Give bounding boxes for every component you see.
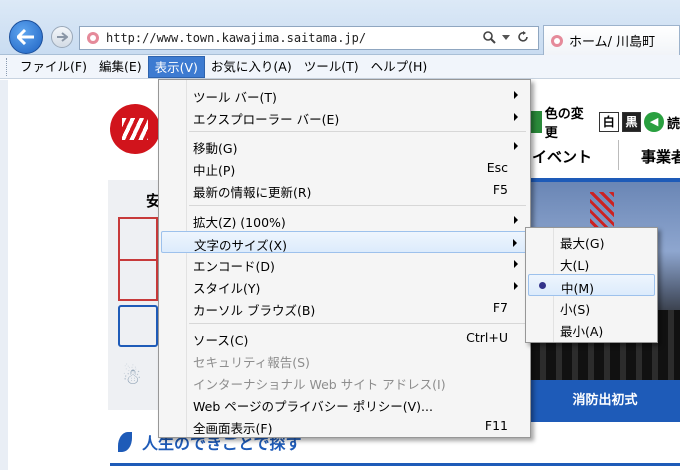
white-theme-button[interactable]: 白 — [598, 112, 619, 132]
menu-item-full-screen[interactable]: 全画面表示(F) F11 — [161, 415, 528, 437]
menu-file[interactable]: ファイル(F) — [14, 56, 93, 78]
color-change-label: 色の変更 — [544, 107, 584, 141]
page-gutter — [0, 80, 8, 470]
menu-separator — [189, 323, 526, 324]
menu-item-text-size[interactable]: 文字のサイズ(X) — [161, 231, 528, 253]
toolbar-grip — [6, 57, 14, 76]
menu-tools[interactable]: ツール(T) — [298, 56, 365, 78]
menu-item-label: 最新の情報に更新(R) — [193, 185, 312, 200]
shortcut-label: F5 — [492, 182, 508, 197]
section-underline — [110, 463, 680, 466]
menu-item-label: セキュリティ報告(S) — [193, 355, 310, 370]
shortcut-label: Ctrl+U — [466, 330, 508, 345]
menu-item-refresh[interactable]: 最新の情報に更新(R) F5 — [161, 179, 528, 201]
menu-item-label: エクスプローラー バー(E) — [193, 112, 340, 127]
menu-item-explorer-bars[interactable]: エクスプローラー バー(E) — [161, 106, 528, 128]
shortcut-label: Esc — [486, 160, 508, 175]
submenu-item-label: 大(L) — [560, 258, 590, 273]
menu-item-label: スタイル(Y) — [193, 281, 261, 296]
menu-item-label: インターナショナル Web サイト アドレス(I) — [193, 377, 446, 392]
menu-separator — [189, 205, 526, 206]
menu-item-label: 全画面表示(F) — [193, 421, 273, 436]
text-size-submenu: 最大(G) 大(L) 中(M) 小(S) 最小(A) — [525, 227, 658, 343]
menu-item-label: 拡大(Z) (100%) — [193, 215, 286, 230]
black-theme-button[interactable]: 黒 — [621, 112, 642, 132]
menu-separator — [189, 131, 526, 132]
nav-event[interactable]: イベント — [532, 146, 592, 167]
url-text: http://www.town.kawajima.saitama.jp/ — [106, 31, 367, 45]
text-size-smallest[interactable]: 最小(A) — [528, 318, 655, 340]
menu-item-label: 中止(P) — [193, 163, 236, 178]
shortcut-label: F11 — [484, 418, 508, 433]
menu-item-label: カーソル ブラウズ(B) — [193, 303, 316, 318]
submenu-item-label: 中(M) — [561, 281, 595, 296]
refresh-icon[interactable] — [516, 30, 530, 44]
nav-divider — [618, 140, 619, 170]
menu-item-label: エンコード(D) — [193, 259, 275, 274]
submenu-item-label: 小(S) — [560, 302, 591, 317]
shortcut-label: F7 — [492, 300, 508, 315]
radio-selected-icon — [539, 282, 546, 289]
tab-title: ホーム/ 川島町 — [569, 35, 656, 50]
submenu-arrow-icon — [514, 216, 518, 224]
submenu-arrow-icon — [513, 239, 517, 247]
text-size-largest[interactable]: 最大(G) — [528, 230, 655, 252]
menu-item-label: ソース(C) — [193, 333, 249, 348]
tab-favicon — [551, 34, 563, 47]
red-link-box[interactable] — [118, 217, 158, 301]
menu-view[interactable]: 表示(V) — [147, 55, 205, 78]
menu-item-source[interactable]: ソース(C) Ctrl+U — [161, 327, 528, 349]
color-change-tools: 色の変更 白 黒 ◀ 読 — [528, 103, 680, 141]
menu-item-encoding[interactable]: エンコード(D) — [161, 253, 528, 275]
back-arrow-icon — [17, 29, 34, 45]
submenu-item-label: 最大(G) — [560, 236, 605, 251]
leaf-icon — [118, 432, 132, 452]
menu-item-label: 文字のサイズ(X) — [194, 238, 287, 253]
text-size-larger[interactable]: 大(L) — [528, 252, 655, 274]
submenu-arrow-icon — [514, 142, 518, 150]
submenu-arrow-icon — [514, 260, 518, 268]
blue-link-box[interactable] — [118, 305, 158, 347]
menu-item-security-report: セキュリティ報告(S) — [161, 349, 528, 371]
browser-tab[interactable]: ホーム/ 川島町 — [543, 25, 680, 55]
address-tools — [482, 30, 530, 44]
menu-item-label: 移動(G) — [193, 141, 238, 156]
submenu-arrow-icon — [514, 91, 518, 99]
speaker-icon[interactable]: ◀ — [644, 112, 664, 132]
nav-business[interactable]: 事業者 — [641, 146, 680, 167]
menu-item-international-address: インターナショナル Web サイト アドレス(I) — [161, 371, 528, 393]
address-bar[interactable]: http://www.town.kawajima.saitama.jp/ — [79, 26, 539, 50]
menu-item-go-to[interactable]: 移動(G) — [161, 135, 528, 157]
site-favicon — [87, 32, 99, 44]
town-logo[interactable] — [110, 104, 160, 154]
view-menu: ツール バー(T) エクスプローラー バー(E) 移動(G) 中止(P) Esc… — [158, 79, 531, 438]
menu-edit[interactable]: 編集(E) — [93, 56, 148, 78]
browser-toolbar: http://www.town.kawajima.saitama.jp/ ホーム… — [0, 0, 680, 55]
menu-favorites[interactable]: お気に入り(A) — [205, 56, 298, 78]
menu-item-caret-browsing[interactable]: カーソル ブラウズ(B) F7 — [161, 297, 528, 319]
menu-item-label: Web ページのプライバシー ポリシー(V)... — [193, 399, 433, 414]
submenu-item-label: 最小(A) — [560, 324, 604, 339]
forward-button[interactable] — [51, 26, 73, 48]
menu-bar: ファイル(F) 編集(E) 表示(V) お気に入り(A) ツール(T) ヘルプ(… — [0, 55, 680, 79]
magnifier-icon[interactable] — [482, 30, 496, 44]
text-size-medium[interactable]: 中(M) — [528, 274, 655, 296]
back-button[interactable] — [9, 20, 43, 54]
submenu-arrow-icon — [514, 113, 518, 121]
dropdown-arrow-icon[interactable] — [502, 33, 510, 41]
read-aloud-label[interactable]: 読 — [667, 113, 680, 132]
menu-item-style[interactable]: スタイル(Y) — [161, 275, 528, 297]
menu-item-label: ツール バー(T) — [193, 90, 277, 105]
forward-arrow-icon — [57, 32, 68, 42]
menu-item-stop[interactable]: 中止(P) Esc — [161, 157, 528, 179]
menu-item-privacy-policy[interactable]: Web ページのプライバシー ポリシー(V)... — [161, 393, 528, 415]
snowman-icon: ☃ — [122, 365, 142, 390]
menu-item-zoom[interactable]: 拡大(Z) (100%) — [161, 209, 528, 231]
text-size-smaller[interactable]: 小(S) — [528, 296, 655, 318]
menu-item-toolbars[interactable]: ツール バー(T) — [161, 84, 528, 106]
submenu-arrow-icon — [514, 282, 518, 290]
hero-caption[interactable]: 消防出初式 — [530, 380, 680, 422]
menu-help[interactable]: ヘルプ(H) — [365, 56, 434, 78]
